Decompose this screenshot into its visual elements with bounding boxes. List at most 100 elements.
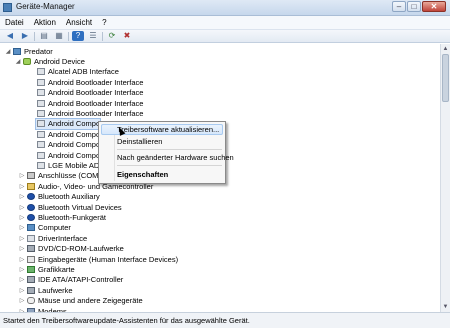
expand-icon[interactable]: ▷ (18, 193, 26, 200)
tree-item-android-child[interactable]: Android Bootloader Interface (36, 77, 143, 87)
tree-item-label: Bluetooth Virtual Devices (38, 202, 122, 212)
maximize-button[interactable]: □ (407, 1, 421, 12)
tree-item-android-child[interactable]: Android Compo (34, 117, 102, 131)
menu-scan-hardware[interactable]: Nach geänderter Hardware suchen (117, 153, 234, 162)
expand-icon[interactable]: ▷ (18, 256, 26, 263)
menu-ansicht[interactable]: Ansicht (61, 16, 97, 29)
tree-item-category[interactable]: ▷ DriverInterface (18, 233, 88, 243)
menu-aktion[interactable]: Aktion (29, 16, 61, 29)
help-icon[interactable]: ? (72, 31, 84, 41)
collapse-icon[interactable]: ◢ (4, 48, 12, 55)
drive-icon (27, 286, 35, 294)
tree-item-category[interactable]: ▷ Bluetooth-Funkgerät (18, 212, 106, 222)
device-icon (37, 110, 45, 118)
tree-item-android-child[interactable]: Android Bootloader Interface (36, 108, 143, 118)
tree-item-android-child[interactable]: Android Compo (36, 129, 100, 139)
tree-item-category[interactable]: ▷ Laufwerke (18, 285, 73, 295)
title-bar: Geräte-Manager – □ ✕ (0, 0, 450, 16)
scan-icon[interactable]: ⟳ (106, 31, 118, 41)
list-icon[interactable]: ☰ (87, 31, 99, 41)
scroll-up-icon[interactable]: ▲ (442, 45, 449, 53)
expand-icon[interactable]: ▷ (18, 266, 26, 273)
expand-icon[interactable]: ▷ (18, 214, 26, 221)
expand-icon[interactable]: ▷ (18, 183, 26, 190)
tree-item-label: Android Compo (48, 129, 101, 139)
audio-icon (27, 182, 35, 190)
tree-item-android-child[interactable]: Alcatel ADB Interface (36, 67, 119, 77)
tree-item-label: Android Bootloader Interface (48, 98, 144, 108)
tree-item-category[interactable]: ▷ Bluetooth Virtual Devices (18, 202, 122, 212)
forward-icon[interactable]: ▶ (19, 31, 31, 41)
tree-item-label: Bluetooth Auxiliary (38, 192, 100, 202)
tree-root[interactable]: ◢ Predator (4, 46, 53, 56)
expand-icon[interactable]: ▷ (18, 287, 26, 294)
tree-item-category[interactable]: ▷ Mäuse und andere Zeigegeräte (18, 296, 143, 306)
scroll-thumb[interactable] (442, 54, 449, 102)
toolbar-separator (34, 31, 35, 41)
tree-item-category[interactable]: ▷ Computer (18, 223, 71, 233)
menu-uninstall[interactable]: Deinstallieren (117, 137, 162, 146)
tree-item-label: Alcatel ADB Interface (48, 67, 119, 77)
expand-icon[interactable]: ▷ (18, 297, 26, 304)
uninstall-icon[interactable]: ✖ (121, 31, 133, 41)
tree-item-android-child[interactable]: Android Compo (36, 140, 100, 150)
tree-item-label: Android Compo (48, 119, 101, 129)
tree-item-label: Android Bootloader Interface (48, 109, 144, 119)
tree-item-android-child[interactable]: Android Bootloader Interface (36, 88, 143, 98)
menu-help[interactable]: ? (97, 16, 111, 29)
vertical-scrollbar[interactable]: ▲ ▼ (440, 44, 450, 312)
expand-icon[interactable]: ▷ (18, 172, 26, 179)
tree-item-label: Android Compo (48, 140, 101, 150)
window-title: Geräte-Manager (16, 2, 75, 11)
expand-icon[interactable]: ▷ (18, 245, 26, 252)
tree-item-category[interactable]: ▷ IDE ATA/ATAPI-Controller (18, 275, 124, 285)
expand-icon[interactable]: ▷ (18, 204, 26, 211)
back-icon[interactable]: ◀ (4, 31, 16, 41)
hid-icon (27, 255, 35, 263)
collapse-icon[interactable]: ◢ (14, 58, 22, 65)
computer-icon (27, 224, 35, 232)
menu-separator (117, 149, 222, 150)
menu-update-driver[interactable]: Treibersoftware aktualisieren... (117, 125, 219, 134)
close-button[interactable]: ✕ (422, 1, 446, 12)
scroll-down-icon[interactable]: ▼ (442, 303, 449, 311)
expand-icon[interactable]: ▷ (18, 276, 26, 283)
device-icon (37, 68, 45, 76)
controller-icon (27, 276, 35, 284)
computer-icon (13, 47, 21, 55)
toolbar: ◀ ▶ ▤ ▦ ? ☰ ⟳ ✖ (0, 30, 450, 43)
tree-item-android-child[interactable]: Android Bootloader Interface (36, 98, 143, 108)
tree-item-label: Android Bootloader Interface (48, 88, 144, 98)
mouse-icon (27, 297, 35, 305)
tree-item-category[interactable]: ▷ DVD/CD-ROM-Laufwerke (18, 244, 124, 254)
tree-item-label: Android Compo (48, 150, 101, 160)
tree-item-label: Mäuse und andere Zeigegeräte (38, 296, 143, 306)
tree-item-label: Computer (38, 223, 71, 233)
device-icon (37, 151, 45, 159)
bluetooth-icon (27, 214, 35, 222)
tree-item-android-child[interactable]: LGE Mobile ADB (36, 160, 104, 170)
tree-root-label: Predator (24, 46, 53, 56)
tree-item-category[interactable]: ▷ Grafikkarte (18, 264, 75, 274)
tree-item-android-child[interactable]: Android Compo (36, 150, 100, 160)
window-controls: – □ ✕ (392, 1, 446, 12)
menu-datei[interactable]: Datei (0, 16, 29, 29)
menu-separator (117, 165, 222, 166)
tree-item-android-device[interactable]: ◢ Android Device (14, 56, 85, 66)
tree-item-category[interactable]: ▷ Bluetooth Auxiliary (18, 192, 100, 202)
view-icon[interactable]: ▤ (38, 31, 50, 41)
menu-properties[interactable]: Eigenschaften (117, 170, 168, 179)
tree-item-category[interactable]: ▷ Eingabegeräte (Human Interface Devices) (18, 254, 178, 264)
menu-bar: Datei Aktion Ansicht ? (0, 16, 450, 30)
properties-icon[interactable]: ▦ (53, 31, 65, 41)
device-manager-icon (3, 3, 12, 12)
toolbar-separator (102, 31, 103, 41)
tree-item-label: DriverInterface (38, 233, 88, 243)
minimize-button[interactable]: – (392, 1, 406, 12)
expand-icon[interactable]: ▷ (18, 235, 26, 242)
expand-icon[interactable]: ▷ (18, 224, 26, 231)
dvd-icon (27, 245, 35, 253)
tree-item-label: Grafikkarte (38, 265, 75, 275)
tree-item-label: IDE ATA/ATAPI-Controller (38, 275, 124, 285)
device-icon (37, 99, 45, 107)
